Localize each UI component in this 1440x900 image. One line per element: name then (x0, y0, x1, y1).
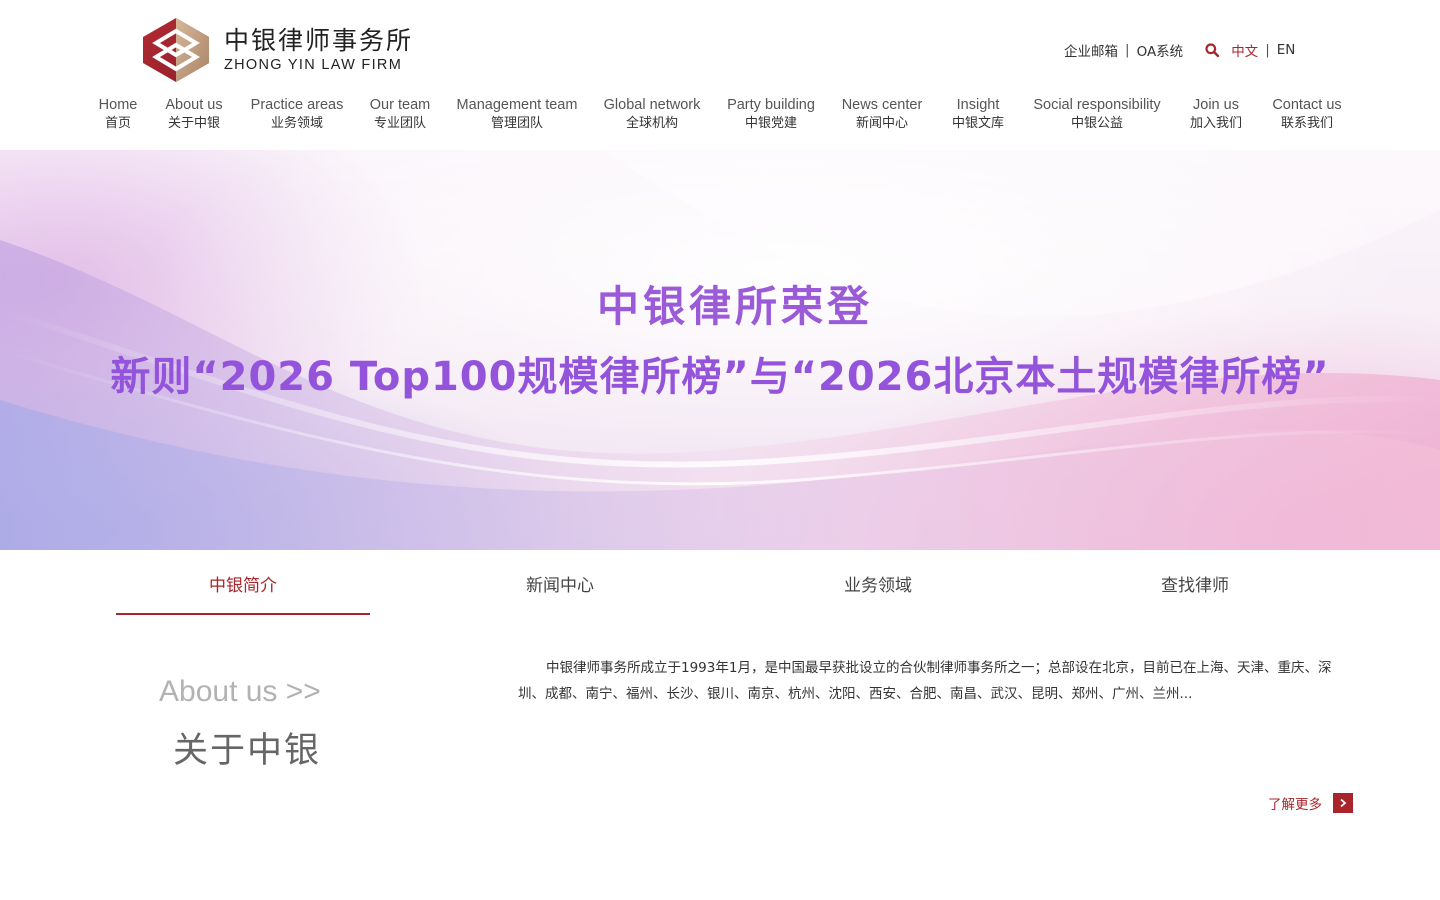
separator: | (1125, 42, 1130, 58)
nav-label-en: Home (98, 97, 138, 113)
nav-label-cn: 首页 (104, 116, 131, 131)
learn-more-link[interactable]: 了解更多 (1268, 793, 1353, 813)
nav-label-en: Management team (456, 97, 578, 113)
section-tabs: 中银简介 新闻中心 业务领域 查找律师 (0, 550, 1440, 620)
nav-label-en: Insight (956, 97, 1000, 113)
nav-label-en: Contact us (1272, 97, 1342, 113)
nav-label-cn: 中银文库 (951, 116, 1005, 131)
oa-link[interactable]: OA系统 (1137, 40, 1184, 60)
nav-label-en: Party building (727, 97, 815, 113)
about-description: 中银律师事务所成立于1993年1月，是中国最早获批设立的合伙制律师事务所之一；总… (518, 660, 1332, 702)
nav-item-news-center[interactable]: News center 新闻中心 (842, 96, 923, 134)
nav-label-cn: 关于中银 (167, 116, 220, 131)
about-title-cn: 关于中银 (173, 731, 322, 771)
mail-link[interactable]: 企业邮箱 (1064, 40, 1118, 60)
nav-item-contact-us[interactable]: Contact us 联系我们 (1272, 96, 1341, 134)
tab-practice-areas[interactable]: 业务领域 (751, 575, 1005, 615)
nav-label-cn: 专业团队 (373, 116, 426, 131)
tab-news[interactable]: 新闻中心 (433, 575, 687, 615)
active-tab-underline (116, 613, 370, 615)
nav-label-en: Social responsibility (1033, 97, 1161, 113)
nav-label-en: Our team (369, 97, 431, 113)
lang-cn-link[interactable]: 中文 (1231, 40, 1258, 60)
banner-headline: 中银律所荣登 (596, 282, 873, 331)
nav-label-en: Join us (1193, 97, 1239, 113)
nav-label-cn: 加入我们 (1189, 116, 1243, 131)
nav-label-en: About us (165, 97, 223, 113)
nav-item-practice-areas[interactable]: Practice areas 业务领域 (251, 96, 344, 134)
nav-item-party-building[interactable]: Party building 中银党建 (727, 96, 815, 134)
nav-label-cn: 业务领域 (270, 116, 323, 131)
logo-name-cn: 中银律师事务所 (224, 26, 414, 55)
logo-icon (143, 18, 209, 82)
nav-item-insight[interactable]: Insight 中银文库 (952, 96, 1004, 134)
about-title-en[interactable]: About us >> (159, 675, 321, 709)
nav-label-cn: 中银党建 (744, 116, 798, 131)
logo[interactable]: 中银律师事务所 ZHONG YIN LAW FIRM (142, 17, 432, 83)
banner-subheadline: 新则“2026 Top100规模律所榜”与“2026北京本土规模律所榜” (110, 354, 1330, 400)
tab-find-lawyer[interactable]: 查找律师 (1068, 575, 1322, 615)
top-links: 企业邮箱 | OA系统 中文 | EN (1064, 40, 1296, 60)
nav-item-global-network[interactable]: Global network 全球机构 (604, 96, 701, 134)
nav-label-cn: 联系我们 (1280, 116, 1334, 131)
lang-en-link[interactable]: EN (1277, 42, 1296, 58)
nav-label-cn: 中银公益 (1070, 116, 1123, 131)
nav-item-social-responsibility[interactable]: Social responsibility 中银公益 (1033, 96, 1160, 134)
nav-item-about[interactable]: About us 关于中银 (165, 96, 222, 134)
nav-item-our-team[interactable]: Our team 专业团队 (370, 96, 430, 134)
nav-label-en: Global network (603, 97, 701, 113)
main-nav: Home 首页 About us 关于中银 Practice areas 业务领… (0, 96, 1440, 136)
site-header: 中银律师事务所 ZHONG YIN LAW FIRM 企业邮箱 | OA系统 中… (0, 0, 1440, 150)
chevron-right-icon (1333, 793, 1353, 813)
nav-item-home[interactable]: Home 首页 (99, 96, 138, 134)
separator: | (1265, 42, 1270, 58)
nav-item-management-team[interactable]: Management team 管理团队 (457, 96, 578, 134)
tab-about[interactable]: 中银简介 (116, 575, 370, 615)
hero-banner[interactable]: 中银律所荣登 新则“2026 Top100规模律所榜”与“2026北京本土规模律… (0, 150, 1440, 550)
nav-label-cn: 管理团队 (490, 116, 543, 131)
logo-name-en: ZHONG YIN LAW FIRM (224, 57, 403, 73)
nav-item-join-us[interactable]: Join us 加入我们 (1190, 96, 1242, 134)
nav-label-en: News center (841, 97, 923, 113)
nav-label-en: Practice areas (250, 97, 344, 113)
search-icon[interactable] (1205, 43, 1220, 57)
nav-label-cn: 全球机构 (625, 116, 678, 131)
learn-more-label: 了解更多 (1268, 797, 1322, 813)
nav-label-cn: 新闻中心 (855, 116, 908, 131)
